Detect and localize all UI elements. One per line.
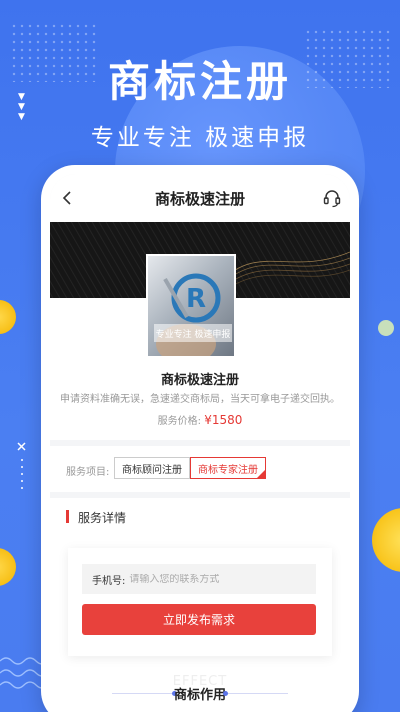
service-option-label: 商标专家注册 [198, 464, 258, 476]
effect-title: 商标作用 [173, 688, 226, 703]
yellow-blob [372, 508, 400, 572]
page-title: 商标极速注册 [154, 189, 245, 208]
service-items-row: 服务项目: 商标顾问注册 商标专家注册 [50, 446, 350, 492]
detail-section: 手机号: 立即发布需求 EFFECT 商标作用 [50, 536, 350, 712]
selected-corner-icon [257, 470, 265, 478]
chevron-left-icon[interactable] [56, 187, 78, 209]
phone-screen: 商标极速注册 R 专业专注 极速申报 商标极速注册 申请资料准确无误，急速递交商… [50, 174, 350, 712]
navbar: 商标极速注册 [50, 174, 350, 222]
trademark-image: R 专业专注 极速申报 [146, 254, 236, 358]
divider-line [228, 693, 288, 694]
green-dot [378, 320, 394, 336]
cross-decoration-icon [17, 442, 26, 489]
phone-input[interactable] [129, 573, 300, 585]
product-price: 服务价格: ¥1580 [50, 412, 350, 427]
hero-title: 商标注册 [107, 57, 292, 106]
submit-request-button[interactable]: 立即发布需求 [82, 604, 316, 635]
phone-frame: 商标极速注册 R 专业专注 极速申报 商标极速注册 申请资料准确无误，急速递交商… [41, 165, 359, 712]
svg-text:R: R [186, 284, 206, 314]
product-description: 申请资料准确无误，急速递交商标局，当天可拿电子递交回执。 [60, 394, 340, 405]
yellow-blob [0, 548, 16, 586]
section-header: 服务详情 [50, 498, 350, 536]
hero-subtitle: 专业专注 极速申报 [90, 125, 310, 151]
service-option-expert[interactable]: 商标专家注册 [190, 457, 266, 479]
service-items-label: 服务项目: [66, 467, 110, 478]
phone-field[interactable]: 手机号: [82, 564, 316, 594]
price-label: 服务价格: [157, 416, 201, 427]
product-name: 商标极速注册 [160, 373, 239, 388]
phone-label: 手机号: [92, 575, 126, 587]
image-tag: 专业专注 极速申报 [154, 324, 232, 342]
product-card: R 专业专注 极速申报 商标极速注册 申请资料准确无误，急速递交商标局，当天可拿… [50, 254, 350, 440]
request-form: 手机号: 立即发布需求 [68, 548, 332, 656]
price-value: ¥1580 [204, 413, 243, 427]
service-option-consultant[interactable]: 商标顾问注册 [114, 457, 190, 479]
section-marker [66, 510, 69, 523]
headset-icon[interactable] [322, 188, 342, 208]
section-title: 服务详情 [78, 511, 127, 525]
yellow-blob [0, 300, 16, 334]
